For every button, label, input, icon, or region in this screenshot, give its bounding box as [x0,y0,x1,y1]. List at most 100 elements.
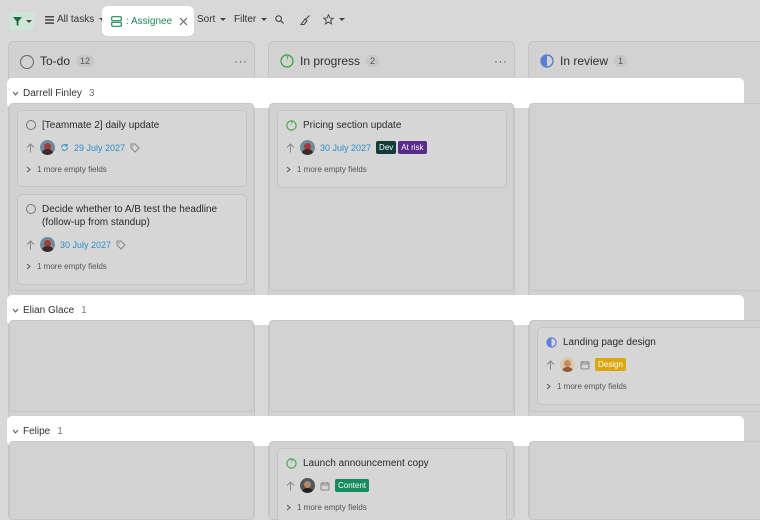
task-card[interactable]: Decide whether to A/B test the headline … [17,194,247,285]
task-title-row: Launch announcement copy [286,457,498,470]
more-fields-label: 1 more empty fields [297,165,367,174]
sort-label: Sort [197,14,216,25]
star-icon [323,14,334,25]
task-title: Decide whether to A/B test the headline … [42,203,217,229]
task-title: Launch announcement copy [303,458,429,469]
task-title: [Teammate 2] daily update [42,120,160,131]
priority-arrow-up-icon[interactable] [286,142,295,153]
avatar[interactable] [300,478,315,493]
priority-arrow-up-icon[interactable] [26,239,35,250]
todo-status-icon[interactable] [26,204,36,214]
tag-icon[interactable] [130,143,140,153]
task-meta: Design [546,357,758,372]
tag-design[interactable]: Design [595,358,626,371]
group-name: Darrell Finley [23,87,82,99]
sort-dropdown[interactable]: Sort [197,14,227,25]
due-date[interactable]: 30 July 2027 [320,143,371,153]
chevron-down-icon [12,429,19,434]
priority-arrow-up-icon[interactable] [546,359,555,370]
clear-button[interactable] [300,15,311,25]
more-fields-toggle[interactable]: 1 more empty fields [26,165,238,174]
task-card[interactable]: Launch announcement copy Content 1 more … [277,448,507,520]
in-progress-status-icon[interactable] [286,458,297,469]
more-fields-label: 1 more empty fields [37,165,107,174]
filter-dropdown[interactable]: Filter [234,14,268,25]
task-title-line-2: (follow-up from standup) [42,217,150,228]
in-review-status-icon[interactable] [546,337,557,348]
group-count: 1 [81,304,87,316]
due-date[interactable]: 30 July 2027 [60,240,111,250]
due-date[interactable]: 29 July 2027 [74,143,125,153]
avatar[interactable] [40,140,55,155]
task-card[interactable]: Landing page design Design 1 more empty … [537,327,760,405]
more-fields-toggle[interactable]: 1 more empty fields [286,503,498,512]
column-menu-button[interactable]: ··· [494,54,508,68]
column-title: To-do [40,54,71,68]
column-header-in-progress: In progress 2 [280,51,380,71]
task-meta: 30 July 2027 [26,237,238,252]
tag-dev[interactable]: Dev [376,141,397,154]
close-icon[interactable] [179,17,188,26]
column-title: In progress [300,54,361,68]
chevron-down-icon [25,19,32,23]
task-meta: 30 July 2027 Dev At risk [286,140,498,155]
tag-content[interactable]: Content [335,479,370,492]
todo-status-icon[interactable] [26,120,36,130]
task-title-row: Decide whether to A/B test the headline … [26,203,238,229]
favorite-dropdown[interactable] [323,14,345,25]
avatar[interactable] [300,140,315,155]
in-progress-status-icon[interactable] [286,120,297,131]
task-title-row: [Teammate 2] daily update [26,119,238,132]
chevron-right-icon [286,166,291,173]
recurring-icon [61,144,68,151]
lane-in-review [529,103,760,291]
tag-icon[interactable] [116,240,126,250]
task-title-row: Landing page design [546,336,758,349]
more-fields-toggle[interactable]: 1 more empty fields [26,262,238,271]
todo-status-icon [20,54,34,69]
task-title-line-1: Decide whether to A/B test the headline [42,204,218,215]
chevron-right-icon [286,504,291,511]
task-card[interactable]: [Teammate 2] daily update 29 July 2027 1… [17,110,247,187]
more-fields-toggle[interactable]: 1 more empty fields [286,165,498,174]
view-filter-button[interactable] [9,12,35,30]
priority-arrow-up-icon[interactable] [26,142,35,153]
column-count: 2 [366,55,380,67]
column-menu-button[interactable]: ··· [234,54,248,68]
all-tasks-dropdown[interactable]: All tasks [45,14,106,25]
task-meta: Content [286,478,498,493]
column-title: In review [560,54,609,68]
priority-arrow-up-icon[interactable] [286,480,295,491]
group-rows-icon [111,15,122,27]
toolbar: All tasks : Assignee Sort Filter [0,0,760,42]
task-title-row: Pricing section update [286,119,498,132]
lane-todo [9,320,254,412]
chevron-right-icon [26,166,31,173]
chevron-down-icon [12,91,19,96]
chevron-right-icon [26,263,31,270]
task-card[interactable]: Pricing section update 30 July 2027 Dev … [277,110,507,188]
broom-icon [300,15,310,25]
more-fields-label: 1 more empty fields [557,382,627,391]
avatar[interactable] [560,357,575,372]
chevron-right-icon [546,383,551,390]
chevron-down-icon [261,18,268,21]
group-by-assignee-chip[interactable]: : Assignee [102,6,194,36]
group-count: 1 [57,425,63,437]
funnel-icon [12,16,22,26]
tag-at-risk[interactable]: At risk [398,141,427,154]
list-icon [45,15,54,24]
more-fields-label: 1 more empty fields [37,262,107,271]
lane-in-progress [269,320,514,412]
column-count: 1 [614,55,628,67]
task-title: Pricing section update [303,120,402,131]
more-fields-toggle[interactable]: 1 more empty fields [546,382,758,391]
in-review-status-icon [540,54,554,68]
group-count: 3 [88,87,95,99]
search-icon [275,15,284,24]
all-tasks-label: All tasks [57,14,95,25]
calendar-icon[interactable] [580,360,590,370]
calendar-icon[interactable] [320,481,330,491]
search-button[interactable] [275,15,284,24]
avatar[interactable] [40,237,55,252]
